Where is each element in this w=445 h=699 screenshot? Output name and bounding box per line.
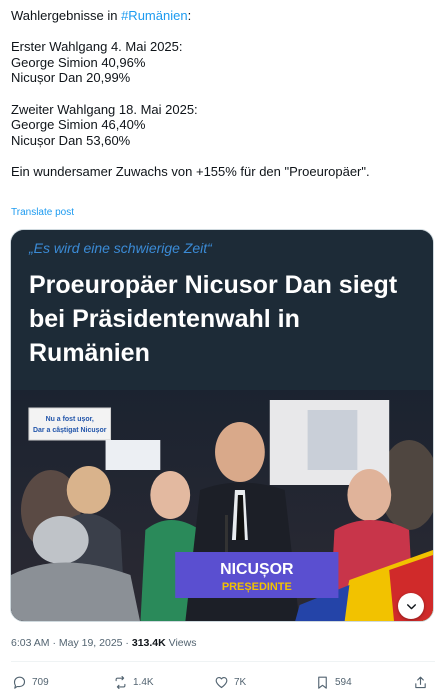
divider (11, 661, 435, 662)
headline-panel: „Es wird eine schwierige Zeit“ Proeuropä… (11, 230, 433, 390)
repost-button[interactable]: 1.4K (113, 671, 154, 693)
chevron-down-icon (406, 603, 416, 609)
svg-text:Nu a fost ușor,: Nu a fost ușor, (46, 416, 94, 423)
bookmark-count: 594 (335, 676, 352, 688)
reply-button[interactable]: 709 (12, 671, 49, 693)
repost-count: 1.4K (133, 676, 154, 688)
post-text: Wahlergebnisse in #Rumänien: Erster Wahl… (11, 8, 436, 180)
media-card[interactable]: „Es wird eine schwierige Zeit“ Proeuropä… (10, 229, 434, 622)
heart-icon (215, 676, 228, 688)
svg-text:Dar a câștigat Nicușor: Dar a câștigat Nicușor (33, 427, 107, 434)
post-date[interactable]: May 19, 2025 (59, 637, 123, 649)
closing-line: Ein wundersamer Zuwachs von +155% für de… (11, 163, 370, 179)
share-button[interactable] (413, 671, 428, 693)
round2-title: Zweiter Wahlgang 18. Mai 2025: (11, 101, 198, 117)
round1-title: Erster Wahlgang 4. Mai 2025: (11, 39, 183, 55)
like-button[interactable]: 7K (214, 671, 246, 693)
svg-text:NICUȘOR: NICUȘOR (220, 561, 294, 578)
post-time[interactable]: 6:03 AM (11, 637, 50, 649)
action-bar: 709 1.4K 7K 594 (0, 671, 445, 693)
round2-candidate-2: Nicușor Dan 53,60% (11, 132, 131, 148)
post-line-intro: Wahlergebnisse in #Rumänien: (11, 8, 192, 23)
headline: Proeuropäer Nicusor Dan siegt bei Präsid… (29, 271, 398, 367)
bookmark-button[interactable]: 594 (315, 671, 352, 693)
post-meta: 6:03 AM · May 19, 2025 · 313.4K Views (11, 637, 197, 649)
views-label: Views (165, 637, 197, 649)
reply-icon (13, 676, 26, 689)
repost-icon (115, 675, 126, 689)
svg-text:PREȘEDINTE: PREȘEDINTE (222, 581, 292, 593)
views-count: 313.4K (131, 637, 166, 649)
translate-post-link[interactable]: Translate post (11, 207, 74, 218)
bookmark-icon (318, 676, 327, 689)
share-icon (415, 676, 426, 688)
round1-candidate-2: Nicușor Dan 20,99% (11, 70, 131, 86)
headline-kicker: „Es wird eine schwierige Zeit“ (29, 240, 212, 256)
reply-count: 709 (32, 676, 49, 688)
round2-candidate-1: George Simion 46,40% (11, 117, 146, 133)
hashtag-link[interactable]: #Rumänien (121, 8, 188, 23)
like-count: 7K (234, 676, 247, 688)
expand-media-button[interactable] (398, 593, 424, 619)
news-photo: Nu a fost ușor, Dar a câștigat Nicușor N… (11, 390, 433, 621)
round1-candidate-1: George Simion 40,96% (11, 54, 146, 70)
